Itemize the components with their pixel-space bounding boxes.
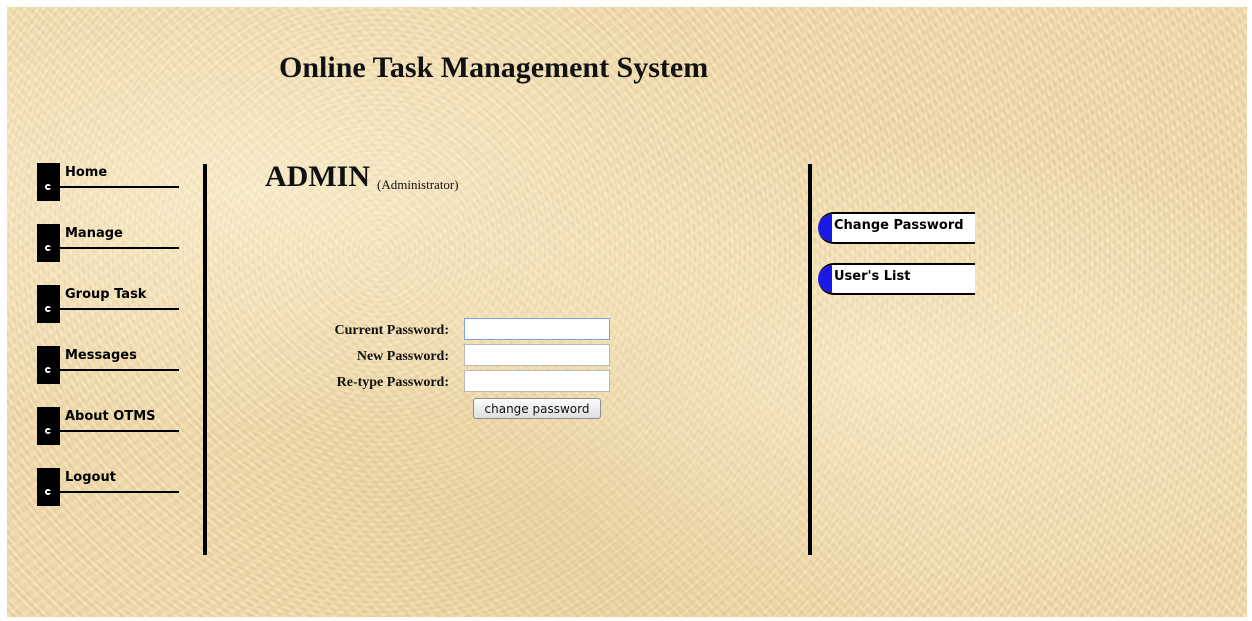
- change-password-button[interactable]: change password: [473, 398, 601, 419]
- nav-tab-marker: [37, 468, 60, 506]
- nav-item-logout[interactable]: Logout: [37, 468, 179, 506]
- nav-tab-marker: [37, 163, 60, 201]
- nav-item-about[interactable]: About OTMS: [37, 407, 179, 445]
- current-password-label: Current Password:: [334, 323, 449, 338]
- nav-tab-marker: [37, 407, 60, 445]
- new-password-label: New Password:: [356, 349, 449, 364]
- nav-tab-marker: [37, 346, 60, 384]
- user-role-label: (Administrator): [377, 177, 459, 192]
- nav-item-group-task[interactable]: Group Task: [37, 285, 179, 323]
- link-cap-icon: [818, 265, 832, 293]
- current-password-input[interactable]: [464, 318, 610, 340]
- nav-item-manage[interactable]: Manage: [37, 224, 179, 262]
- side-link-label: Change Password: [834, 218, 964, 233]
- nav-item-messages[interactable]: Messages: [37, 346, 179, 384]
- nav-item-label: About OTMS: [65, 409, 156, 424]
- user-name-heading: ADMIN: [265, 160, 370, 193]
- nav-underline: [47, 247, 179, 249]
- nav-item-label: Home: [65, 165, 108, 180]
- nav-item-home[interactable]: Home: [37, 163, 179, 201]
- link-cap-icon: [818, 214, 832, 242]
- site-title: Online Task Management System: [279, 51, 709, 84]
- nav-item-label: Manage: [65, 226, 123, 241]
- nav-underline: [47, 308, 179, 310]
- right-divider: [808, 164, 812, 555]
- page-background: Online Task Management System Home Manag…: [7, 7, 1247, 617]
- users-list-link[interactable]: User's List: [818, 263, 975, 295]
- retype-password-label: Re-type Password:: [336, 375, 449, 390]
- nav-item-label: Group Task: [65, 287, 147, 302]
- nav-tab-marker: [37, 285, 60, 323]
- nav-underline: [47, 430, 179, 432]
- change-password-link[interactable]: Change Password: [818, 212, 975, 244]
- nav-item-label: Logout: [65, 470, 116, 485]
- nav-underline: [47, 491, 179, 493]
- side-link-label: User's List: [834, 269, 911, 284]
- nav-underline: [47, 186, 179, 188]
- nav-tab-marker: [37, 224, 60, 262]
- new-password-input[interactable]: [464, 344, 610, 366]
- nav-underline: [47, 369, 179, 371]
- retype-password-input[interactable]: [464, 370, 610, 392]
- left-divider: [203, 164, 207, 555]
- nav-item-label: Messages: [65, 348, 137, 363]
